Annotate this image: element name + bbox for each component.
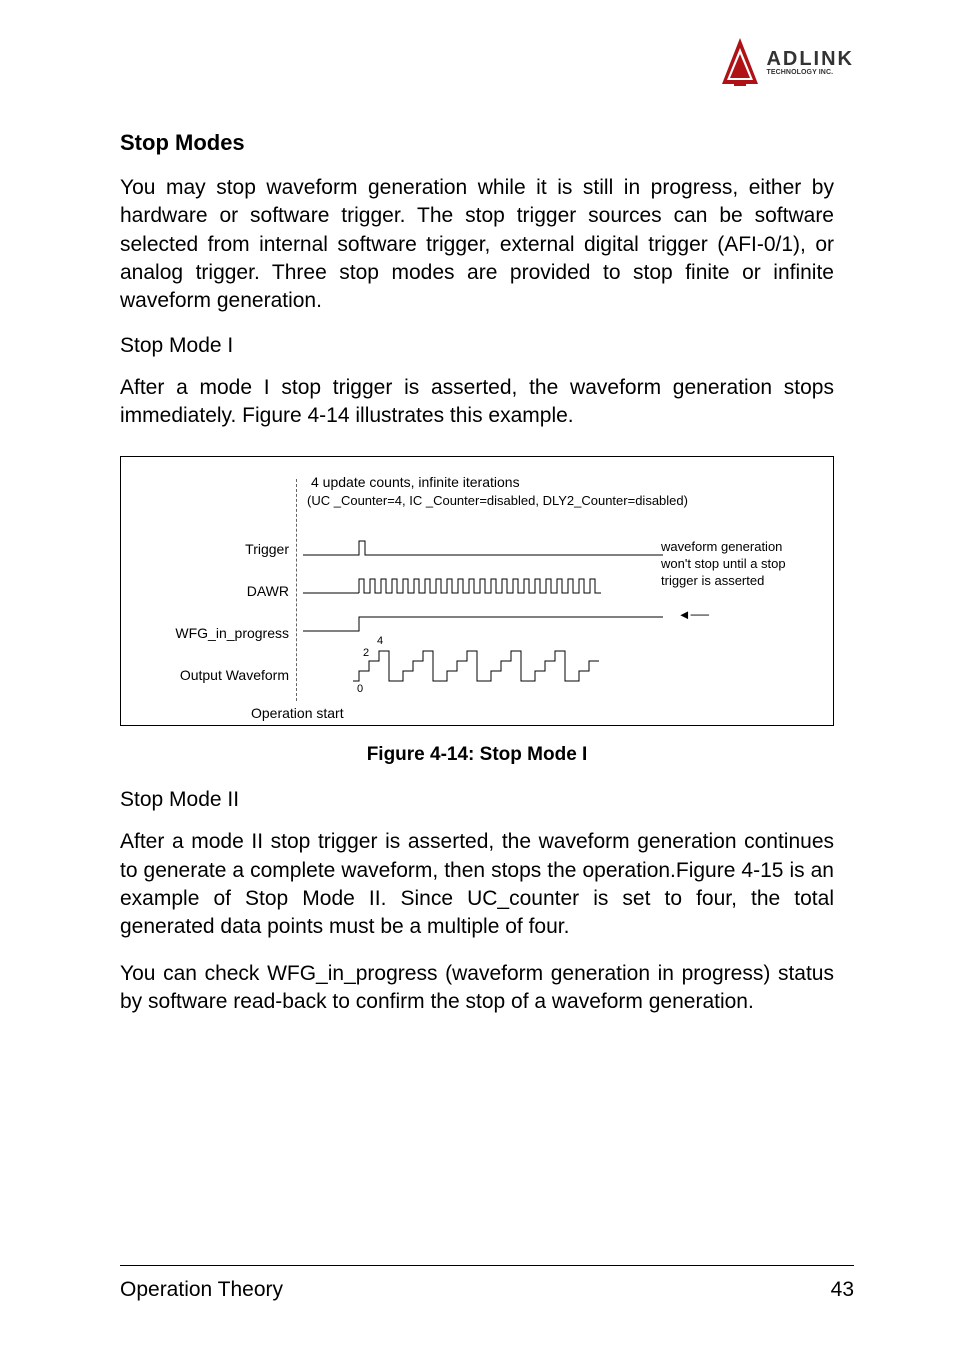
dashed-divider	[296, 479, 297, 701]
section-heading: Stop Modes	[120, 130, 834, 156]
figure-diagram: 4 update counts, infinite iterations (UC…	[120, 456, 834, 726]
arrow-left-icon: ◄──	[678, 607, 709, 622]
signal-labels: Trigger DAWR WFG_in_progress Output Wave…	[139, 541, 289, 709]
footer-page-number: 43	[831, 1278, 854, 1302]
waveform-level-2: 2	[363, 647, 369, 659]
mode2-paragraph-2: You can check WFG_in_progress (waveform …	[120, 960, 834, 1017]
logo-tagline-text: TECHNOLOGY INC.	[766, 69, 854, 76]
figure-annotation: waveform generation won't stop until a s…	[661, 539, 811, 590]
operation-start-label: Operation start	[251, 705, 344, 721]
mode1-paragraph: After a mode I stop trigger is asserted,…	[120, 374, 834, 431]
mode1-heading: Stop Mode I	[120, 334, 834, 358]
page-footer: Operation Theory 43	[120, 1265, 854, 1302]
figure-header: 4 update counts, infinite iterations	[311, 473, 520, 493]
footer-section-name: Operation Theory	[120, 1278, 283, 1302]
brand-logo: ADLINK TECHNOLOGY INC.	[720, 36, 854, 88]
waveform-level-0: 0	[357, 683, 363, 695]
mode2-paragraph-1: After a mode II stop trigger is asserted…	[120, 828, 834, 941]
mode2-heading: Stop Mode II	[120, 788, 834, 812]
label-dawr: DAWR	[139, 583, 289, 599]
page-content: Stop Modes You may stop waveform generat…	[120, 130, 834, 1016]
label-output: Output Waveform	[139, 667, 289, 683]
figure-caption: Figure 4-14: Stop Mode I	[120, 744, 834, 766]
figure-subheader: (UC _Counter=4, IC _Counter=disabled, DL…	[307, 493, 688, 508]
logo-brand-text: ADLINK	[766, 49, 854, 69]
intro-paragraph: You may stop waveform generation while i…	[120, 174, 834, 316]
logo-triangle-icon	[720, 36, 760, 88]
label-trigger: Trigger	[139, 541, 289, 557]
waveform-level-4: 4	[377, 635, 383, 647]
label-wfg: WFG_in_progress	[139, 625, 289, 641]
